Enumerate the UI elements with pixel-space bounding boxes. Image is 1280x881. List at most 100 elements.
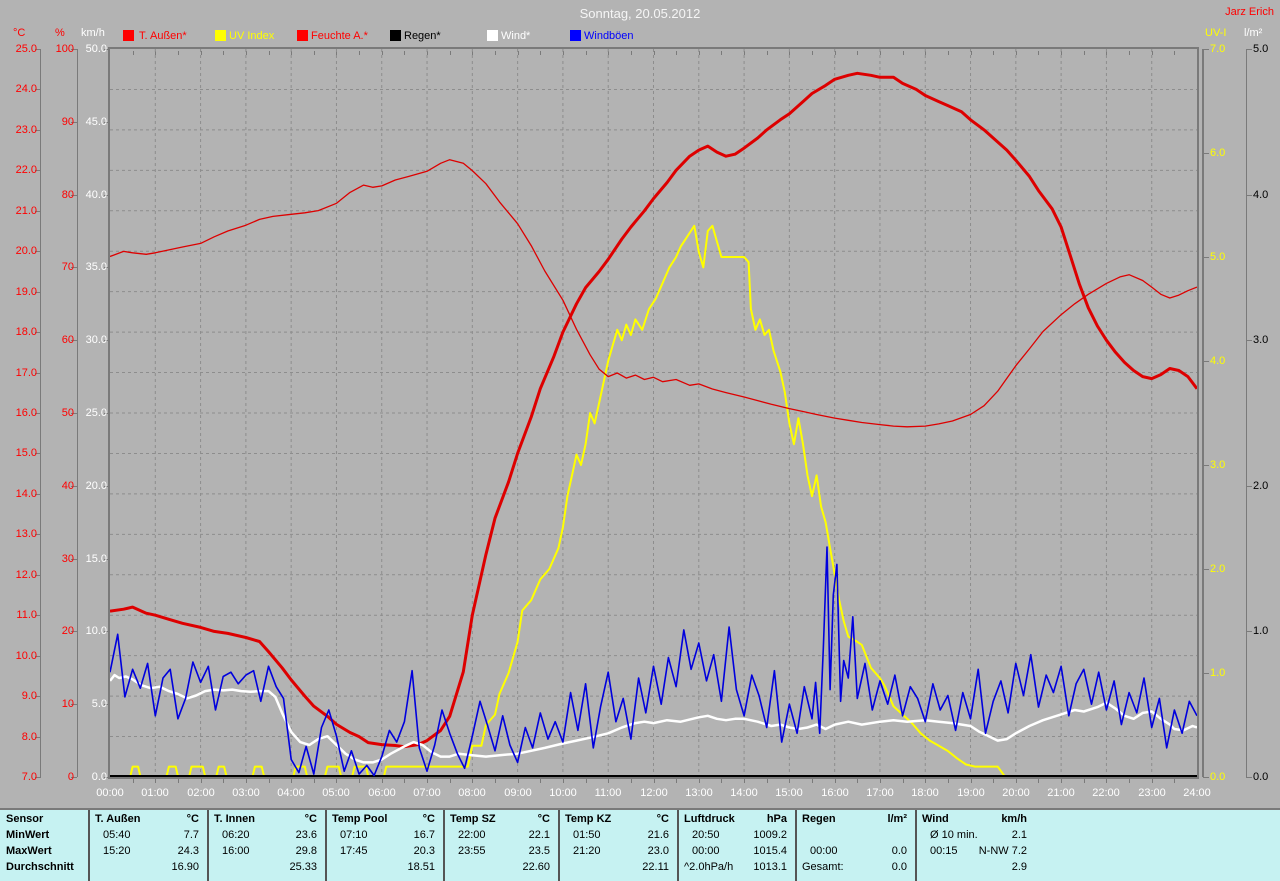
y-axis-tick-label: 22.0 <box>3 165 37 176</box>
y-axis-tick-label: 3.0 <box>1210 460 1240 471</box>
y-axis-tick-label: 40.0 <box>73 190 107 201</box>
y-axis-tick <box>1203 361 1209 362</box>
table-cell-header-value: hPa <box>685 813 787 825</box>
table-cell-header-value: °C <box>333 813 435 825</box>
y-axis-tick-label: 11.0 <box>3 610 37 621</box>
x-axis-label: 12:00 <box>634 788 674 799</box>
y-axis-tick-label: 80 <box>40 190 74 201</box>
y-axis-tick <box>1203 569 1209 570</box>
x-axis-label: 19:00 <box>951 788 991 799</box>
y-axis-tick <box>1203 465 1209 466</box>
y-axis-tick-label: 60 <box>40 335 74 346</box>
x-axis-label: 00:00 <box>90 788 130 799</box>
series-line-wind <box>110 675 1197 762</box>
table-cell-avg-value: 1013.1 <box>685 861 787 873</box>
table-cell-min-value: 1009.2 <box>685 829 787 841</box>
axis-unit-kmh: km/h <box>81 27 105 39</box>
legend-swatch-1 <box>123 30 134 41</box>
y-axis-tick <box>1203 49 1209 50</box>
x-axis-label: 05:00 <box>316 788 356 799</box>
y-axis-tick <box>1203 777 1209 778</box>
x-axis-label: 23:00 <box>1132 788 1172 799</box>
chart-canvas <box>110 49 1197 777</box>
x-axis-label: 03:00 <box>226 788 266 799</box>
x-axis-label: 04:00 <box>271 788 311 799</box>
y-axis-tick-label: 2.0 <box>1210 564 1240 575</box>
table-divider <box>558 810 560 881</box>
table-cell-max-value: 23.5 <box>451 845 550 857</box>
y-axis-tick-label: 6.0 <box>1210 148 1240 159</box>
page-title: Sonntag, 20.05.2012 <box>0 6 1280 21</box>
x-axis-label: 06:00 <box>362 788 402 799</box>
y-axis-tick-label: 10 <box>40 699 74 710</box>
y-axis-tick-label: 4.0 <box>1253 190 1280 201</box>
legend-swatch-2 <box>215 30 226 41</box>
y-axis-tick-label: 13.0 <box>3 529 37 540</box>
x-axis-label: 13:00 <box>679 788 719 799</box>
table-divider <box>795 810 797 881</box>
x-axis-label: 24:00 <box>1177 788 1217 799</box>
y-axis-tick-label: 50.0 <box>73 44 107 55</box>
table-cell-max-value: 23.0 <box>566 845 669 857</box>
table-cell-max-value: 1015.4 <box>685 845 787 857</box>
x-axis-label: 21:00 <box>1041 788 1081 799</box>
x-axis-label: 20:00 <box>996 788 1036 799</box>
y-axis-line <box>1202 49 1204 777</box>
x-axis-label: 10:00 <box>543 788 583 799</box>
y-axis-tick <box>1203 673 1209 674</box>
legend-swatch-6 <box>570 30 581 41</box>
y-axis-tick <box>1246 195 1252 196</box>
y-axis-tick-label: 40 <box>40 481 74 492</box>
table-divider <box>443 810 445 881</box>
y-axis-tick-label: 14.0 <box>3 489 37 500</box>
table-row-label: Durchschnitt <box>6 861 74 873</box>
y-axis-tick-label: 21.0 <box>3 206 37 217</box>
y-axis-tick-label: 0.0 <box>1253 772 1280 783</box>
axis-unit-liters-per-m2: l/m² <box>1244 27 1262 39</box>
table-row-label: MinWert <box>6 829 49 841</box>
y-axis-tick <box>1246 49 1252 50</box>
table-cell-header-value: l/m² <box>803 813 907 825</box>
y-axis-tick-label: 0 <box>40 772 74 783</box>
table-cell-avg-value: 22.60 <box>451 861 550 873</box>
table-cell-max-value: 24.3 <box>96 845 199 857</box>
y-axis-tick-label: 100 <box>40 44 74 55</box>
y-axis-tick-label: 5.0 <box>1210 252 1240 263</box>
legend-label: T. Außen* <box>139 30 187 42</box>
axis-unit-percent: % <box>55 27 65 39</box>
x-axis-label: 07:00 <box>407 788 447 799</box>
table-cell-max-value: 0.0 <box>803 845 907 857</box>
y-axis-tick-label: 1.0 <box>1210 668 1240 679</box>
y-axis-tick-label: 17.0 <box>3 368 37 379</box>
y-axis-tick-label: 4.0 <box>1210 356 1240 367</box>
table-divider <box>677 810 679 881</box>
legend-label: Wind* <box>501 30 530 42</box>
table-cell-header-value: °C <box>566 813 669 825</box>
table-cell-avg-value: 16.90 <box>96 861 199 873</box>
y-axis-tick <box>1246 631 1252 632</box>
y-axis-tick-label: 0.0 <box>73 772 107 783</box>
y-axis-tick-label: 24.0 <box>3 84 37 95</box>
y-axis-tick <box>1203 257 1209 258</box>
x-axis-label: 09:00 <box>498 788 538 799</box>
y-axis-tick-label: 2.0 <box>1253 481 1280 492</box>
legend-label: Regen* <box>404 30 441 42</box>
y-axis-tick <box>1246 340 1252 341</box>
y-axis-tick-label: 16.0 <box>3 408 37 419</box>
y-axis-tick-label: 20.0 <box>73 481 107 492</box>
y-axis-tick-label: 30 <box>40 554 74 565</box>
table-cell-header-value: °C <box>96 813 199 825</box>
table-cell-max-value: N-NW 7.2 <box>923 845 1027 857</box>
y-axis-tick-label: 5.0 <box>73 699 107 710</box>
table-divider <box>88 810 90 881</box>
table-cell-avg-value: 18.51 <box>333 861 435 873</box>
legend-label: Windböen <box>584 30 634 42</box>
x-axis-label: 22:00 <box>1086 788 1126 799</box>
y-axis-tick-label: 25.0 <box>73 408 107 419</box>
y-axis-tick-label: 8.0 <box>3 732 37 743</box>
table-cell-min-value: 21.6 <box>566 829 669 841</box>
table-cell-header-value: °C <box>215 813 317 825</box>
y-axis-tick-label: 3.0 <box>1253 335 1280 346</box>
y-axis-line <box>1246 49 1247 777</box>
table-cell-avg-value: 22.11 <box>566 861 669 873</box>
